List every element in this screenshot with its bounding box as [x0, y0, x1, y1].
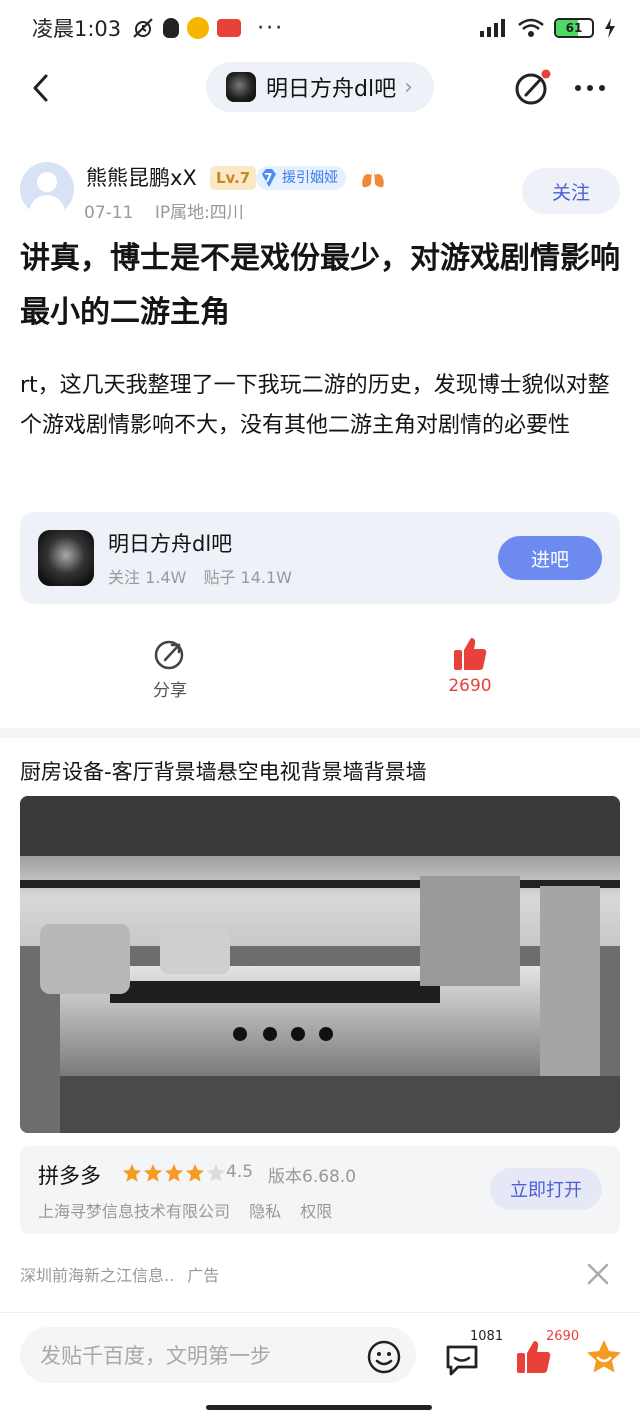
enter-forum-button[interactable]: 进吧 — [498, 536, 602, 580]
favorite-star-icon[interactable] — [584, 1337, 624, 1377]
forum-card[interactable]: 明日方舟dl吧 关注 1.4W 贴子 14.1W 进吧 — [20, 512, 620, 604]
role-name: 援引姻娅 — [282, 170, 338, 186]
app-name: 拼多多 — [38, 1164, 101, 1188]
ad-app-card[interactable]: 拼多多 4.5 版本6.68.0 上海寻梦信息技术有限公司 隐私 权限 立即打开 — [20, 1146, 620, 1234]
privacy-link[interactable]: 隐私 — [249, 1202, 281, 1221]
post-actions: 分享 2690 — [0, 636, 640, 712]
ip-location: IP属地:四川 — [154, 203, 244, 223]
thumbs-up-icon — [454, 638, 487, 670]
avatar[interactable] — [20, 162, 74, 216]
ad-title[interactable]: 厨房设备-客厅背景墙悬空电视背景墙背景墙 — [20, 756, 427, 786]
permissions-link[interactable]: 权限 — [300, 1202, 332, 1221]
comment-icon[interactable] — [442, 1339, 482, 1379]
forum-followers: 关注 1.4W — [108, 568, 187, 587]
app-rating: 4.5 — [226, 1162, 254, 1182]
charging-icon — [605, 18, 615, 38]
status-notification-icons: ··· — [131, 16, 284, 41]
rating-stars — [123, 1164, 225, 1182]
comment-count: 1081 — [470, 1329, 504, 1344]
ad-image[interactable] — [20, 796, 620, 1133]
post-title: 讲真，博士是不是戏份最少，对游戏剧情影响最小的二游主角 — [20, 241, 620, 330]
like-button[interactable]: 2690 — [410, 636, 530, 696]
kitchen-photo — [20, 796, 620, 1133]
back-icon[interactable] — [24, 70, 60, 106]
open-app-button[interactable]: 立即打开 — [490, 1168, 602, 1210]
close-icon[interactable] — [584, 1260, 612, 1288]
like-count: 2690 — [448, 676, 492, 696]
nav-bar: 明日方舟dl吧 › — [0, 60, 640, 116]
star-icon-2 — [144, 1164, 162, 1182]
forum-logo-icon — [38, 530, 94, 586]
post-date: 07-11 — [84, 203, 134, 223]
forum-posts: 贴子 14.1W — [203, 568, 292, 587]
post-author: 熊熊昆鹏xX Lv.7 7 援引姻娅 07-11 IP属地:四川 关注 — [20, 160, 620, 224]
app-company: 上海寻梦信息技术有限公司 — [38, 1202, 231, 1221]
more-notifications-icon: ··· — [257, 15, 285, 41]
more-icon[interactable] — [570, 68, 610, 108]
wifi-icon — [518, 18, 544, 37]
home-indicator[interactable] — [206, 1405, 432, 1410]
status-bar: 凌晨1:03 ··· 61 — [0, 0, 640, 56]
weibo-icon — [187, 17, 210, 39]
qq-icon — [163, 18, 180, 38]
toutiao-icon — [217, 19, 242, 37]
level-badge: Lv.7 — [210, 166, 257, 190]
forum-logo-icon — [226, 72, 256, 102]
ad-label: 广告 — [187, 1266, 220, 1285]
section-divider — [0, 728, 640, 738]
bottom-like-count: 2690 — [546, 1329, 580, 1344]
app-company-row: 上海寻梦信息技术有限公司 隐私 权限 — [38, 1198, 332, 1222]
emoji-icon[interactable] — [366, 1339, 402, 1375]
follow-button[interactable]: 关注 — [522, 168, 620, 214]
battery-level: 61 — [565, 21, 583, 35]
battery-icon: 61 — [554, 18, 594, 38]
star-icon-4 — [186, 1164, 204, 1182]
star-icon-5 — [207, 1164, 225, 1182]
signal-icon — [480, 19, 505, 37]
star-icon-3 — [165, 1164, 183, 1182]
post-meta: 07-11 IP属地:四川 — [84, 198, 244, 223]
forum-pill-name: 明日方舟dl吧 — [266, 77, 397, 102]
lungs-icon — [362, 168, 384, 188]
share-button[interactable]: 分享 — [110, 636, 230, 701]
reply-input[interactable]: 发贴千百度，文明第一步 — [20, 1327, 416, 1383]
ad-footer: 深圳前海新之江信息.. 广告 — [20, 1262, 219, 1286]
chevron-right-icon: › — [404, 74, 413, 100]
star-icon-1 — [123, 1164, 141, 1182]
author-name[interactable]: 熊熊昆鹏xX — [86, 162, 197, 192]
forum-card-name: 明日方舟dl吧 — [108, 532, 233, 556]
forum-card-stats: 关注 1.4W 贴子 14.1W — [108, 564, 292, 588]
app-version: 版本6.68.0 — [268, 1167, 357, 1187]
share-icon — [154, 640, 184, 670]
advertiser: 深圳前海新之江信息.. — [20, 1266, 175, 1285]
alarm-off-icon — [133, 18, 153, 38]
share-label: 分享 — [153, 681, 187, 701]
role-level: 7 — [264, 171, 273, 185]
role-badge: 7 援引姻娅 — [256, 166, 346, 190]
status-time: 凌晨1:03 — [32, 17, 122, 41]
edit-icon[interactable] — [512, 68, 552, 108]
post-content: rt，这几天我整理了一下我玩二游的历史，发现博士貌似对整个游戏剧情影响不大，没有… — [20, 373, 610, 438]
bottom-bar: 发贴千百度，文明第一步 1081 2690 — [0, 1312, 640, 1402]
forum-pill[interactable]: 明日方舟dl吧 › — [206, 62, 434, 112]
